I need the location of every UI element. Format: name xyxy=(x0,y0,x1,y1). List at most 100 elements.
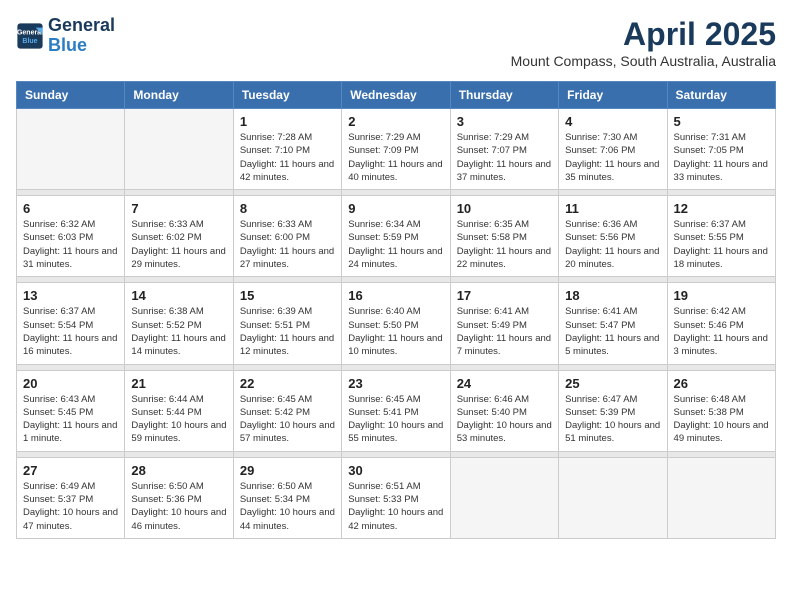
calendar-cell: 24 Sunrise: 6:46 AMSunset: 5:40 PMDaylig… xyxy=(450,370,558,451)
day-info: Sunrise: 6:36 AMSunset: 5:56 PMDaylight:… xyxy=(565,218,660,271)
location-title: Mount Compass, South Australia, Australi… xyxy=(511,53,776,69)
day-info: Sunrise: 6:43 AMSunset: 5:45 PMDaylight:… xyxy=(23,393,118,446)
day-info: Sunrise: 6:34 AMSunset: 5:59 PMDaylight:… xyxy=(348,218,443,271)
calendar-cell: 9 Sunrise: 6:34 AMSunset: 5:59 PMDayligh… xyxy=(342,196,450,277)
calendar-cell xyxy=(450,457,558,538)
day-info: Sunrise: 6:41 AMSunset: 5:49 PMDaylight:… xyxy=(457,305,552,358)
day-number: 22 xyxy=(240,376,335,391)
calendar-cell: 1 Sunrise: 7:28 AMSunset: 7:10 PMDayligh… xyxy=(233,109,341,190)
calendar-cell: 2 Sunrise: 7:29 AMSunset: 7:09 PMDayligh… xyxy=(342,109,450,190)
month-title: April 2025 xyxy=(511,16,776,53)
day-info: Sunrise: 7:29 AMSunset: 7:07 PMDaylight:… xyxy=(457,131,552,184)
day-info: Sunrise: 7:30 AMSunset: 7:06 PMDaylight:… xyxy=(565,131,660,184)
calendar-cell: 3 Sunrise: 7:29 AMSunset: 7:07 PMDayligh… xyxy=(450,109,558,190)
day-number: 8 xyxy=(240,201,335,216)
calendar-cell xyxy=(125,109,233,190)
day-info: Sunrise: 7:28 AMSunset: 7:10 PMDaylight:… xyxy=(240,131,335,184)
day-number: 12 xyxy=(674,201,769,216)
calendar-cell: 13 Sunrise: 6:37 AMSunset: 5:54 PMDaylig… xyxy=(17,283,125,364)
day-number: 5 xyxy=(674,114,769,129)
logo-line2: Blue xyxy=(48,36,115,56)
title-block: April 2025 Mount Compass, South Australi… xyxy=(511,16,776,69)
day-number: 20 xyxy=(23,376,118,391)
calendar-cell: 26 Sunrise: 6:48 AMSunset: 5:38 PMDaylig… xyxy=(667,370,775,451)
calendar-cell: 12 Sunrise: 6:37 AMSunset: 5:55 PMDaylig… xyxy=(667,196,775,277)
calendar-cell: 25 Sunrise: 6:47 AMSunset: 5:39 PMDaylig… xyxy=(559,370,667,451)
calendar-week-row: 13 Sunrise: 6:37 AMSunset: 5:54 PMDaylig… xyxy=(17,283,776,364)
day-info: Sunrise: 6:37 AMSunset: 5:54 PMDaylight:… xyxy=(23,305,118,358)
calendar-week-row: 6 Sunrise: 6:32 AMSunset: 6:03 PMDayligh… xyxy=(17,196,776,277)
day-number: 2 xyxy=(348,114,443,129)
weekday-header-saturday: Saturday xyxy=(667,82,775,109)
day-number: 19 xyxy=(674,288,769,303)
calendar-cell: 8 Sunrise: 6:33 AMSunset: 6:00 PMDayligh… xyxy=(233,196,341,277)
weekday-header-wednesday: Wednesday xyxy=(342,82,450,109)
logo-icon: General Blue xyxy=(16,22,44,50)
day-number: 11 xyxy=(565,201,660,216)
day-info: Sunrise: 6:44 AMSunset: 5:44 PMDaylight:… xyxy=(131,393,226,446)
day-info: Sunrise: 6:40 AMSunset: 5:50 PMDaylight:… xyxy=(348,305,443,358)
day-number: 16 xyxy=(348,288,443,303)
calendar-cell: 23 Sunrise: 6:45 AMSunset: 5:41 PMDaylig… xyxy=(342,370,450,451)
calendar-cell: 18 Sunrise: 6:41 AMSunset: 5:47 PMDaylig… xyxy=(559,283,667,364)
calendar-cell xyxy=(17,109,125,190)
day-info: Sunrise: 6:48 AMSunset: 5:38 PMDaylight:… xyxy=(674,393,769,446)
calendar-cell: 30 Sunrise: 6:51 AMSunset: 5:33 PMDaylig… xyxy=(342,457,450,538)
day-number: 3 xyxy=(457,114,552,129)
day-info: Sunrise: 6:33 AMSunset: 6:02 PMDaylight:… xyxy=(131,218,226,271)
calendar-cell: 10 Sunrise: 6:35 AMSunset: 5:58 PMDaylig… xyxy=(450,196,558,277)
day-number: 26 xyxy=(674,376,769,391)
calendar-cell: 16 Sunrise: 6:40 AMSunset: 5:50 PMDaylig… xyxy=(342,283,450,364)
day-info: Sunrise: 6:47 AMSunset: 5:39 PMDaylight:… xyxy=(565,393,660,446)
calendar-cell: 14 Sunrise: 6:38 AMSunset: 5:52 PMDaylig… xyxy=(125,283,233,364)
calendar-cell: 7 Sunrise: 6:33 AMSunset: 6:02 PMDayligh… xyxy=(125,196,233,277)
day-info: Sunrise: 6:38 AMSunset: 5:52 PMDaylight:… xyxy=(131,305,226,358)
day-info: Sunrise: 6:32 AMSunset: 6:03 PMDaylight:… xyxy=(23,218,118,271)
day-info: Sunrise: 6:41 AMSunset: 5:47 PMDaylight:… xyxy=(565,305,660,358)
day-number: 28 xyxy=(131,463,226,478)
day-info: Sunrise: 6:49 AMSunset: 5:37 PMDaylight:… xyxy=(23,480,118,533)
calendar-table: SundayMondayTuesdayWednesdayThursdayFrid… xyxy=(16,81,776,539)
weekday-header-thursday: Thursday xyxy=(450,82,558,109)
day-info: Sunrise: 6:39 AMSunset: 5:51 PMDaylight:… xyxy=(240,305,335,358)
calendar-cell: 20 Sunrise: 6:43 AMSunset: 5:45 PMDaylig… xyxy=(17,370,125,451)
svg-text:Blue: Blue xyxy=(22,38,37,45)
day-number: 17 xyxy=(457,288,552,303)
day-info: Sunrise: 6:35 AMSunset: 5:58 PMDaylight:… xyxy=(457,218,552,271)
weekday-header-tuesday: Tuesday xyxy=(233,82,341,109)
calendar-cell: 29 Sunrise: 6:50 AMSunset: 5:34 PMDaylig… xyxy=(233,457,341,538)
day-number: 27 xyxy=(23,463,118,478)
calendar-cell: 28 Sunrise: 6:50 AMSunset: 5:36 PMDaylig… xyxy=(125,457,233,538)
page-header: General Blue General Blue April 2025 Mou… xyxy=(16,16,776,69)
day-info: Sunrise: 6:50 AMSunset: 5:36 PMDaylight:… xyxy=(131,480,226,533)
day-info: Sunrise: 6:37 AMSunset: 5:55 PMDaylight:… xyxy=(674,218,769,271)
calendar-week-row: 1 Sunrise: 7:28 AMSunset: 7:10 PMDayligh… xyxy=(17,109,776,190)
day-number: 7 xyxy=(131,201,226,216)
calendar-cell: 17 Sunrise: 6:41 AMSunset: 5:49 PMDaylig… xyxy=(450,283,558,364)
weekday-header-friday: Friday xyxy=(559,82,667,109)
day-number: 21 xyxy=(131,376,226,391)
day-info: Sunrise: 6:33 AMSunset: 6:00 PMDaylight:… xyxy=(240,218,335,271)
day-number: 6 xyxy=(23,201,118,216)
calendar-cell: 19 Sunrise: 6:42 AMSunset: 5:46 PMDaylig… xyxy=(667,283,775,364)
calendar-cell: 21 Sunrise: 6:44 AMSunset: 5:44 PMDaylig… xyxy=(125,370,233,451)
day-info: Sunrise: 6:45 AMSunset: 5:41 PMDaylight:… xyxy=(348,393,443,446)
calendar-cell: 15 Sunrise: 6:39 AMSunset: 5:51 PMDaylig… xyxy=(233,283,341,364)
calendar-cell xyxy=(667,457,775,538)
weekday-header-sunday: Sunday xyxy=(17,82,125,109)
calendar-cell: 22 Sunrise: 6:45 AMSunset: 5:42 PMDaylig… xyxy=(233,370,341,451)
day-info: Sunrise: 6:51 AMSunset: 5:33 PMDaylight:… xyxy=(348,480,443,533)
day-info: Sunrise: 6:45 AMSunset: 5:42 PMDaylight:… xyxy=(240,393,335,446)
day-number: 10 xyxy=(457,201,552,216)
calendar-header-row: SundayMondayTuesdayWednesdayThursdayFrid… xyxy=(17,82,776,109)
calendar-cell: 27 Sunrise: 6:49 AMSunset: 5:37 PMDaylig… xyxy=(17,457,125,538)
calendar-cell: 5 Sunrise: 7:31 AMSunset: 7:05 PMDayligh… xyxy=(667,109,775,190)
weekday-header-monday: Monday xyxy=(125,82,233,109)
calendar-week-row: 27 Sunrise: 6:49 AMSunset: 5:37 PMDaylig… xyxy=(17,457,776,538)
logo: General Blue General Blue xyxy=(16,16,115,56)
day-info: Sunrise: 6:50 AMSunset: 5:34 PMDaylight:… xyxy=(240,480,335,533)
day-number: 15 xyxy=(240,288,335,303)
day-number: 24 xyxy=(457,376,552,391)
calendar-cell: 4 Sunrise: 7:30 AMSunset: 7:06 PMDayligh… xyxy=(559,109,667,190)
logo-line1: General xyxy=(48,16,115,36)
